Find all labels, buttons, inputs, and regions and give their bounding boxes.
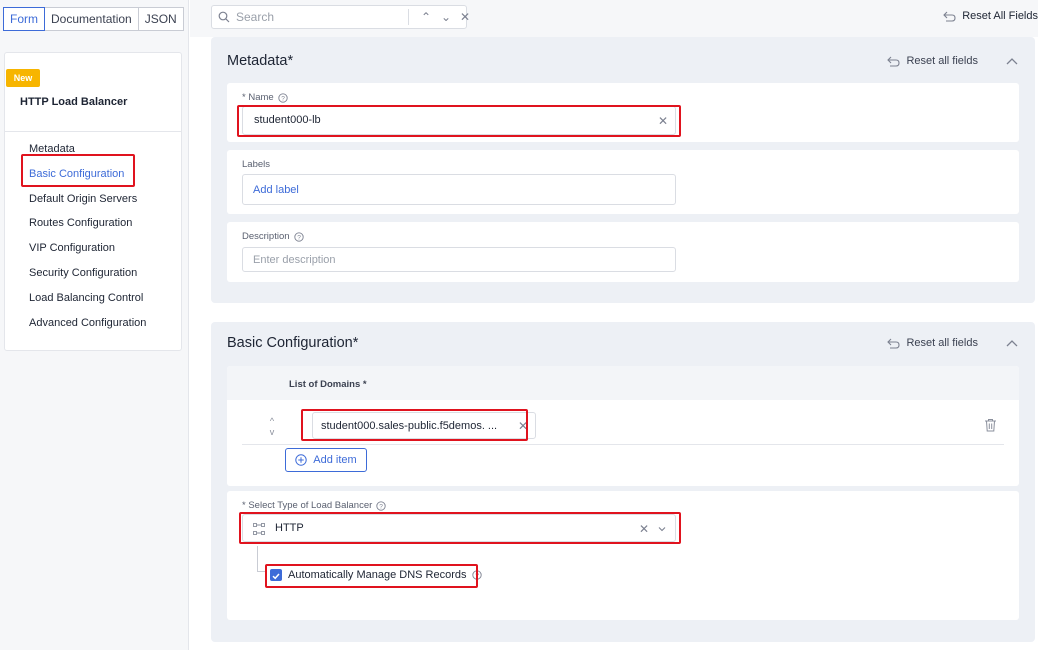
undo-icon — [943, 11, 956, 22]
tab-documentation[interactable]: Documentation — [44, 7, 139, 31]
add-label-link[interactable]: Add label — [253, 184, 299, 196]
nav-item-vip-configuration[interactable]: VIP Configuration — [22, 236, 146, 261]
metadata-title: Metadata* — [227, 53, 294, 69]
add-item-label: Add item — [313, 454, 357, 466]
domains-header-label: List of Domains * — [289, 379, 367, 390]
check-icon — [272, 573, 280, 580]
search-icon — [218, 11, 230, 23]
reset-all-fields-label: Reset All Fields — [962, 10, 1038, 22]
description-label: Description ? — [242, 231, 304, 242]
name-value: student000-lb — [254, 114, 321, 126]
clear-icon[interactable]: ✕ — [639, 523, 649, 535]
search-divider — [408, 9, 409, 25]
add-item-button[interactable]: Add item — [285, 448, 367, 472]
help-icon[interactable]: ? — [471, 570, 482, 580]
reorder-icon[interactable]: ^ v — [267, 416, 277, 438]
help-icon[interactable]: ? — [376, 500, 386, 511]
undo-icon — [887, 56, 901, 67]
help-icon[interactable]: ? — [278, 92, 288, 103]
load-balancer-icon — [253, 523, 265, 535]
nav-title: HTTP Load Balancer — [20, 96, 128, 108]
section-nav: New HTTP Load Balancer Metadata Basic Co… — [4, 52, 182, 351]
nav-list: Metadata Basic Configuration Default Ori… — [22, 137, 146, 335]
domain-value: student000.sales-public.f5demos. ... — [321, 420, 498, 432]
chevron-down-icon[interactable] — [657, 525, 667, 533]
svg-text:?: ? — [379, 503, 383, 510]
nav-item-basic-configuration[interactable]: Basic Configuration — [22, 162, 146, 187]
lb-type-card: * Select Type of Load Balancer ? HTTP ✕ … — [227, 491, 1019, 620]
name-field-card: * Name ? student000-lb ✕ — [227, 83, 1019, 142]
nav-divider — [5, 131, 181, 132]
search-box: ⌃ ⌄ ✕ — [211, 5, 470, 29]
reset-all-fields-button[interactable]: Reset All Fields — [943, 10, 1038, 22]
metadata-reset-button[interactable]: Reset all fields — [887, 55, 978, 67]
description-field-card: Description ? Enter description — [227, 222, 1019, 282]
labels-input[interactable]: Add label — [242, 174, 676, 205]
close-icon[interactable]: ✕ — [457, 9, 473, 25]
nav-item-advanced-configuration[interactable]: Advanced Configuration — [22, 311, 146, 336]
chevron-up-icon[interactable] — [1005, 337, 1019, 351]
new-badge: New — [6, 69, 40, 87]
nav-item-default-origin-servers[interactable]: Default Origin Servers — [22, 187, 146, 212]
nav-item-routes-configuration[interactable]: Routes Configuration — [22, 211, 146, 236]
description-input[interactable]: Enter description — [242, 247, 676, 272]
basic-configuration-title: Basic Configuration* — [227, 335, 359, 351]
row-divider — [242, 444, 1004, 445]
labels-label: Labels — [242, 159, 270, 170]
dns-checkbox[interactable] — [270, 569, 282, 581]
domains-card: List of Domains * ^ v student000.sales-pu… — [227, 366, 1019, 486]
clear-icon[interactable]: ✕ — [658, 115, 668, 127]
svg-text:?: ? — [281, 95, 285, 102]
clear-icon[interactable]: ✕ — [518, 420, 528, 432]
name-label: * Name ? — [242, 92, 288, 103]
trash-icon[interactable] — [984, 418, 997, 432]
page: Form Documentation JSON New HTTP Load Ba… — [0, 0, 1038, 650]
top-bar: ⌃ ⌄ ✕ Reset All Fields — [190, 0, 1038, 37]
domains-header: List of Domains * — [227, 366, 1019, 400]
left-panel: Form Documentation JSON New HTTP Load Ba… — [0, 0, 189, 650]
nav-item-load-balancing-control[interactable]: Load Balancing Control — [22, 286, 146, 311]
name-input[interactable]: student000-lb ✕ — [242, 106, 676, 135]
nav-item-security-configuration[interactable]: Security Configuration — [22, 261, 146, 286]
plus-circle-icon — [295, 454, 307, 466]
basic-configuration-section: Basic Configuration* Reset all fields Li… — [211, 322, 1035, 642]
tree-connector — [257, 546, 265, 572]
mode-tabs: Form Documentation JSON — [3, 7, 184, 31]
labels-field-card: Labels Add label — [227, 150, 1019, 214]
chevron-down-icon[interactable]: ⌄ — [438, 9, 454, 25]
search-input[interactable] — [236, 9, 401, 25]
help-icon[interactable]: ? — [293, 231, 304, 242]
svg-text:?: ? — [475, 573, 479, 580]
basic-reset-button[interactable]: Reset all fields — [887, 337, 978, 349]
metadata-reset-label: Reset all fields — [906, 55, 978, 67]
nav-item-metadata[interactable]: Metadata — [22, 137, 146, 162]
svg-text:?: ? — [297, 234, 301, 241]
lb-type-select[interactable]: HTTP ✕ — [242, 514, 676, 542]
dns-label: Automatically Manage DNS Records ? — [288, 569, 482, 581]
undo-icon — [887, 338, 901, 349]
lb-type-value: HTTP — [275, 522, 304, 534]
domain-input[interactable]: student000.sales-public.f5demos. ... ✕ — [312, 412, 536, 439]
chevron-up-icon[interactable] — [1005, 55, 1019, 69]
description-placeholder: Enter description — [253, 254, 336, 266]
tab-form[interactable]: Form — [3, 7, 45, 31]
tab-json[interactable]: JSON — [137, 7, 184, 31]
lb-type-label: * Select Type of Load Balancer ? — [242, 500, 386, 511]
metadata-section: Metadata* Reset all fields * Name ? stud… — [211, 37, 1035, 303]
basic-reset-label: Reset all fields — [906, 337, 978, 349]
chevron-up-icon[interactable]: ⌃ — [418, 9, 434, 25]
